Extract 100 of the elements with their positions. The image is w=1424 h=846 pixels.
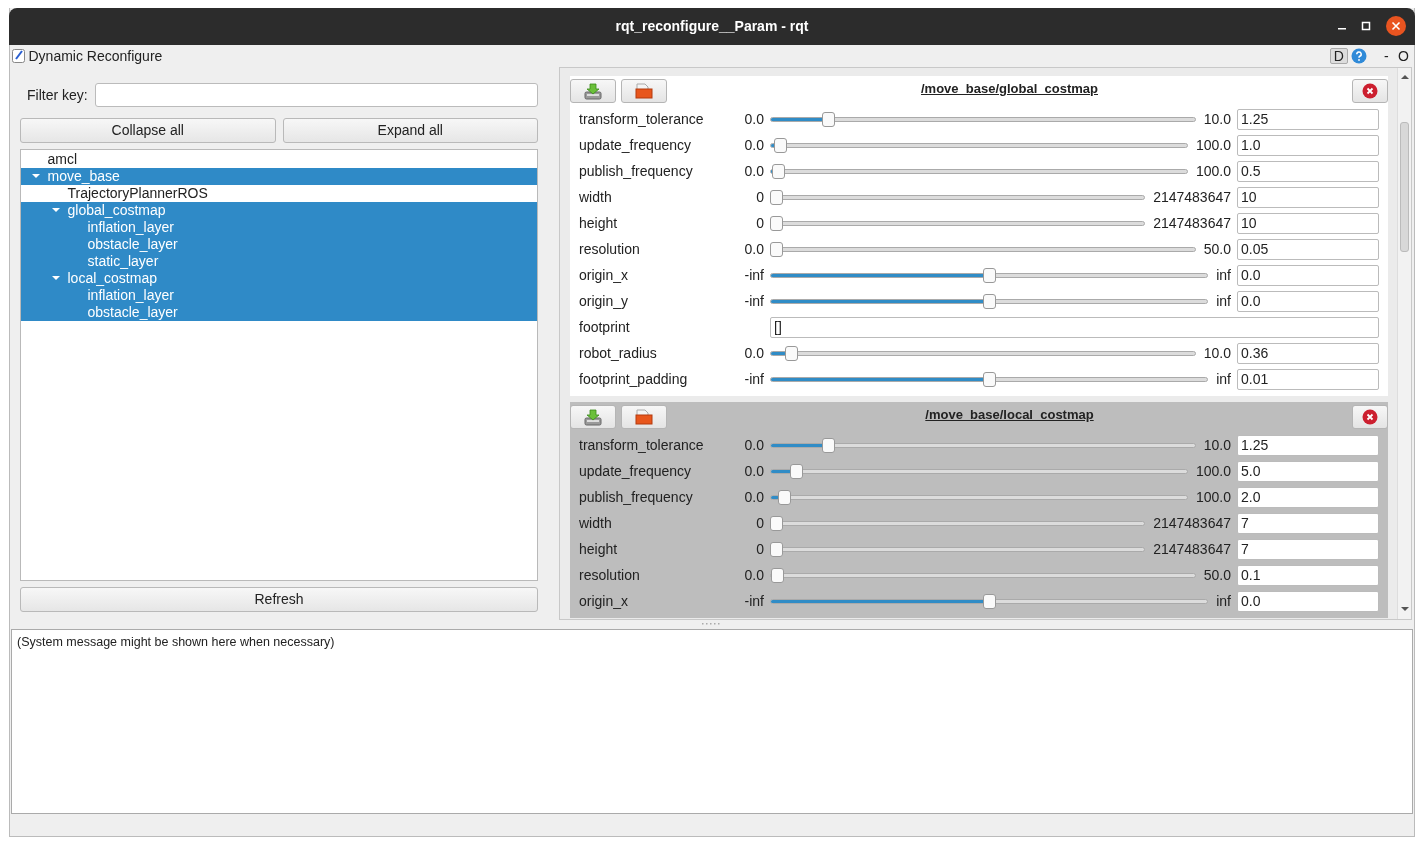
max-label: 100.0 [1195,461,1231,481]
parameter-name: height [579,539,619,559]
slider[interactable] [770,437,1196,453]
header-button[interactable]: - [1380,45,1392,67]
slider[interactable] [770,567,1196,583]
value-field[interactable]: 0.5 [1237,160,1379,182]
scrollbar-thumb[interactable] [1400,121,1409,252]
max-label: inf [1216,291,1231,311]
header-button[interactable]: D [1329,48,1348,64]
slider[interactable] [770,189,1146,205]
slider-thumb[interactable] [770,541,783,557]
help-icon[interactable] [1351,48,1368,64]
value-field[interactable]: 0.01 [1237,368,1379,390]
slider-thumb[interactable] [774,137,788,153]
value-field[interactable]: 7 [1237,512,1379,534]
close-icon [1362,83,1378,99]
slider[interactable] [770,293,1209,309]
window-title: rqt_reconfigure__Param - rqt [615,17,809,36]
value-field[interactable]: 0.1 [1237,564,1379,586]
min-label: 0.0 [743,565,764,585]
slider-thumb[interactable] [770,241,784,257]
slider[interactable] [770,371,1209,387]
close-group-button[interactable] [1352,79,1388,103]
parameter-name: transform_tolerance [579,435,705,455]
slider[interactable] [770,489,1188,505]
min-label: 0.0 [743,487,764,507]
parameter-name: resolution [579,565,641,585]
slider-thumb[interactable] [982,293,996,309]
slider-thumb[interactable] [770,189,783,205]
slider-thumb[interactable] [770,567,784,583]
slider-thumb[interactable] [770,515,783,531]
value-field[interactable]: 10 [1237,186,1379,208]
value-field[interactable]: 5.0 [1237,460,1379,482]
close-icon[interactable] [1385,15,1407,37]
min-label: 0 [755,513,764,533]
expand-arrow-icon[interactable] [51,276,60,280]
expand-arrow-icon[interactable] [51,208,60,212]
slider[interactable] [770,267,1209,283]
slider[interactable] [770,541,1146,557]
value-field[interactable]: 1.25 [1237,108,1379,130]
slider-thumb[interactable] [790,463,804,479]
header-button[interactable]: O [1395,45,1412,67]
slider[interactable] [770,345,1196,361]
tree-item[interactable]: TrajectoryPlannerROS [21,184,537,202]
slider[interactable] [770,241,1196,257]
parameter-name: width [579,187,613,207]
refresh-button[interactable]: Refresh [20,587,538,612]
tree-item[interactable]: amcl [21,150,537,168]
load-button[interactable] [621,405,667,429]
slider[interactable] [770,163,1188,179]
slider-thumb[interactable] [778,489,792,505]
value-field[interactable]: 1.0 [1237,134,1379,156]
tree-button[interactable]: Expand all [282,117,538,143]
parameter-name: height [579,213,619,233]
max-label: 2147483647 [1153,213,1231,233]
min-label: -inf [743,591,764,611]
slider[interactable] [770,215,1146,231]
slider-thumb[interactable] [770,215,783,231]
text-field[interactable]: [] [770,316,1379,338]
min-label: -inf [743,369,764,389]
maximize-icon[interactable] [1361,21,1371,31]
value-field[interactable]: 0.0 [1237,264,1379,286]
value-field[interactable]: 0.0 [1237,590,1379,612]
plugin-title: Dynamic Reconfigure [28,46,163,66]
slider-thumb[interactable] [982,371,996,387]
slider[interactable] [770,111,1196,127]
slider-thumb[interactable] [982,593,996,609]
value-field[interactable]: 0.36 [1237,342,1379,364]
value-field[interactable]: 1.25 [1237,434,1379,456]
save-button[interactable] [570,405,616,429]
slider[interactable] [770,515,1146,531]
tree-item[interactable]: move_base [21,167,537,185]
slider-thumb[interactable] [821,111,835,127]
parameter-name: publish_frequency [579,487,694,507]
slider[interactable] [770,463,1188,479]
expand-arrow-icon[interactable] [31,174,40,178]
slider-thumb[interactable] [772,163,785,179]
max-label: 100.0 [1195,135,1231,155]
tree-item[interactable]: global_costmap [21,201,537,219]
slider[interactable] [770,593,1209,609]
splitter-handle[interactable] [702,623,722,626]
min-label: 0.0 [743,135,764,155]
scrollbar[interactable] [1397,68,1411,619]
value-field[interactable]: 10 [1237,212,1379,234]
value-field[interactable]: 0.0 [1237,290,1379,312]
parameter-name: update_frequency [579,461,693,481]
value-field[interactable]: 2.0 [1237,486,1379,508]
slider-thumb[interactable] [821,437,835,453]
value-field[interactable]: 0.05 [1237,238,1379,260]
save-button[interactable] [570,79,616,103]
slider[interactable] [770,137,1188,153]
load-button[interactable] [621,79,667,103]
min-label: 0 [755,213,764,233]
filter-input[interactable] [94,83,538,107]
slider-thumb[interactable] [982,267,996,283]
slider-thumb[interactable] [784,345,798,361]
close-group-button[interactable] [1352,405,1388,429]
filter-label: Filter key: [27,85,88,105]
tree-button[interactable]: Collapse all [20,117,276,143]
value-field[interactable]: 7 [1237,538,1379,560]
